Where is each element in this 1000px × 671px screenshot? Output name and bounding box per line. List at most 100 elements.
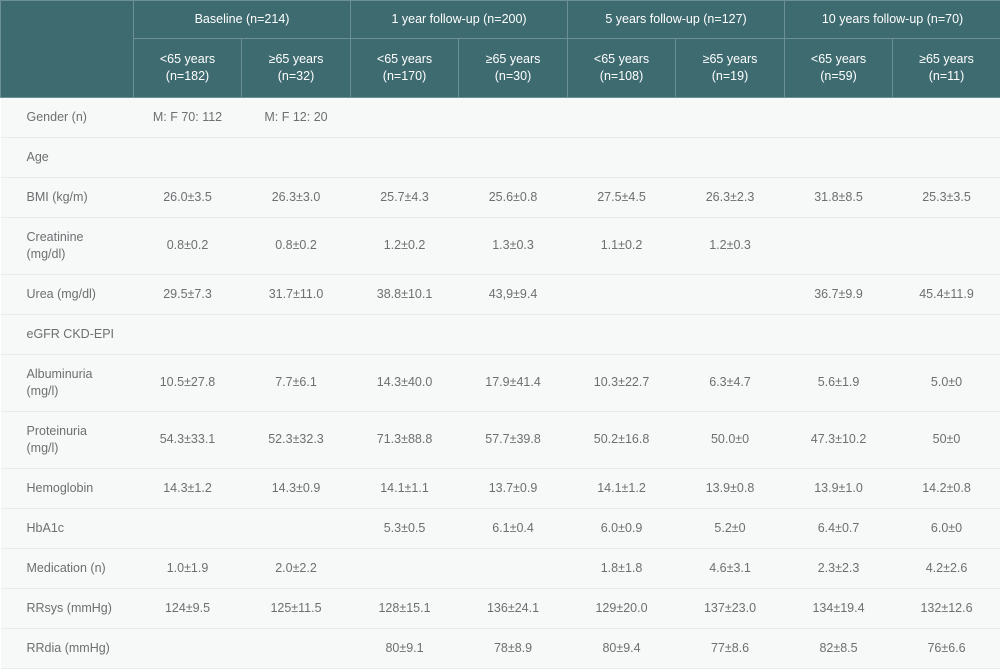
data-cell: 6.4±0.7 — [784, 508, 893, 549]
table-row: Medication (n) 1.0±1.9 2.0±2.2 1.8±1.8 4.6±3… — [0, 548, 1000, 589]
data-cell: 132±12.6 — [892, 588, 1000, 629]
row-label-line: Creatinine — [26, 229, 84, 244]
data-cell: 14.3±40.0 — [350, 354, 459, 412]
row-label: Creatinine (mg/dl) — [0, 217, 134, 275]
data-cell: 14.3±1.2 — [133, 468, 242, 509]
header-corner-cell — [0, 0, 134, 98]
table-row: Gender (n) M: F 70: 112 M: F 12: 20 — [0, 97, 1000, 138]
data-cell: 43,9±9.4 — [458, 274, 568, 315]
data-cell: 17.9±41.4 — [458, 354, 568, 412]
row-label-line: Hemoglobin — [26, 480, 94, 495]
data-cell — [892, 314, 1000, 355]
data-cell: 1.2±0.3 — [675, 217, 785, 275]
row-label-line: Age — [26, 149, 49, 164]
age-stratum-label: ≥65 years — [702, 52, 758, 67]
data-cell: 4.2±2.6 — [892, 548, 1000, 589]
age-stratum-count: (n=108) — [599, 69, 644, 83]
data-cell: 5.6±1.9 — [784, 354, 893, 412]
table-row: eGFR CKD-EPI — [0, 314, 1000, 355]
data-cell — [567, 97, 676, 138]
data-cell: 4.6±3.1 — [675, 548, 785, 589]
age-stratum-count: (n=32) — [277, 69, 315, 83]
age-stratum-label: <65 years — [593, 52, 650, 67]
header-subcolumn-baseline-over65: ≥65 years (n=32) — [240, 38, 352, 98]
data-cell: 77±8.6 — [675, 628, 785, 669]
data-cell: 13.9±0.8 — [675, 468, 785, 509]
header-subcolumn-10years-over65: ≥65 years (n=11) — [892, 38, 1000, 98]
data-cell — [350, 97, 459, 138]
row-label: BMI (kg/m) — [0, 177, 134, 218]
header-group-5-years-follow-up: 5 years follow-up (n=127) — [567, 0, 786, 39]
data-cell — [892, 137, 1000, 178]
row-label: HbA1c — [0, 508, 134, 549]
header-subcolumn-1year-over65: ≥65 years (n=30) — [458, 38, 569, 98]
data-cell — [892, 217, 1000, 275]
header-subcolumn-baseline-under65: <65 years (n=182) — [133, 38, 242, 98]
data-cell: 134±19.4 — [784, 588, 893, 629]
data-cell — [133, 628, 242, 669]
data-cell: 6.0±0.9 — [567, 508, 676, 549]
row-label: Hemoglobin — [0, 468, 134, 509]
data-cell: 5.3±0.5 — [350, 508, 459, 549]
row-label-line: (mg/dl) — [26, 247, 66, 261]
age-stratum-label: <65 years — [810, 52, 867, 67]
table-row: Creatinine (mg/dl) 0.8±0.2 0.8±0.2 1.2±0.2 1.… — [0, 217, 1000, 275]
data-cell: 25.6±0.8 — [458, 177, 568, 218]
data-cell: 38.8±10.1 — [350, 274, 459, 315]
row-label-line: (mg/l) — [26, 441, 59, 455]
row-label: RRsys (mmHg) — [0, 588, 134, 629]
data-cell — [458, 314, 568, 355]
data-cell: 31.8±8.5 — [784, 177, 893, 218]
data-cell: 14.3±0.9 — [241, 468, 351, 509]
age-stratum-count: (n=182) — [165, 69, 210, 83]
data-cell — [567, 314, 676, 355]
age-stratum-count: (n=30) — [494, 69, 532, 83]
data-cell — [241, 628, 351, 669]
data-cell: 10.3±22.7 — [567, 354, 676, 412]
header-group-baseline: Baseline (n=214) — [132, 0, 352, 39]
data-cell: 14.1±1.2 — [567, 468, 676, 509]
age-stratum-count: (n=11) — [928, 69, 965, 83]
data-cell: 1.2±0.2 — [350, 217, 459, 275]
data-cell: 0.8±0.2 — [133, 217, 242, 275]
row-label-line: eGFR CKD-EPI — [26, 326, 115, 341]
row-label-line: BMI (kg/m) — [26, 189, 88, 204]
data-cell — [350, 548, 459, 589]
data-cell: 1.8±1.8 — [567, 548, 676, 589]
row-label-line: RRdia (mmHg) — [26, 640, 110, 655]
row-label: Medication (n) — [0, 548, 134, 589]
data-cell: 137±23.0 — [675, 588, 785, 629]
data-cell: 27.5±4.5 — [567, 177, 676, 218]
data-cell: 13.9±1.0 — [784, 468, 893, 509]
header-subcolumn-10years-under65: <65 years (n=59) — [784, 38, 894, 98]
row-label-line: RRsys (mmHg) — [26, 600, 112, 615]
data-cell: 57.7±39.8 — [458, 411, 568, 469]
data-cell: 50±0 — [892, 411, 1000, 469]
data-cell: 129±20.0 — [567, 588, 676, 629]
data-cell — [241, 314, 351, 355]
data-cell: 125±11.5 — [241, 588, 351, 629]
data-cell: 1.0±1.9 — [133, 548, 242, 589]
age-stratum-label: ≥65 years — [919, 52, 974, 67]
data-cell: 26.3±2.3 — [675, 177, 785, 218]
table-row: RRsys (mmHg) 124±9.5 125±11.5 128±15.1 136±2… — [0, 588, 1000, 629]
data-cell: 31.7±11.0 — [241, 274, 351, 315]
clinical-characteristics-table: Baseline (n=214) 1 year follow-up (n=200… — [0, 0, 1000, 669]
data-cell: 7.7±6.1 — [241, 354, 351, 412]
age-stratum-count: (n=19) — [711, 69, 749, 83]
data-cell: 52.3±32.3 — [241, 411, 351, 469]
data-cell — [567, 274, 676, 315]
data-cell — [458, 97, 568, 138]
data-cell: 0.8±0.2 — [241, 217, 351, 275]
header-subcolumn-5years-over65: ≥65 years (n=19) — [675, 38, 786, 98]
data-cell — [241, 137, 351, 178]
data-cell: 29.5±7.3 — [133, 274, 242, 315]
table-row: Urea (mg/dl) 29.5±7.3 31.7±11.0 38.8±10.1 43… — [0, 274, 1000, 315]
data-cell: 1.3±0.3 — [458, 217, 568, 275]
data-cell: M: F 70: 112 — [133, 97, 242, 138]
row-label: Albuminuria (mg/l) — [0, 354, 134, 412]
data-cell: 78±8.9 — [458, 628, 568, 669]
row-label-line: Proteinuria — [26, 423, 87, 438]
row-label: Age — [0, 137, 134, 178]
data-cell — [675, 137, 785, 178]
